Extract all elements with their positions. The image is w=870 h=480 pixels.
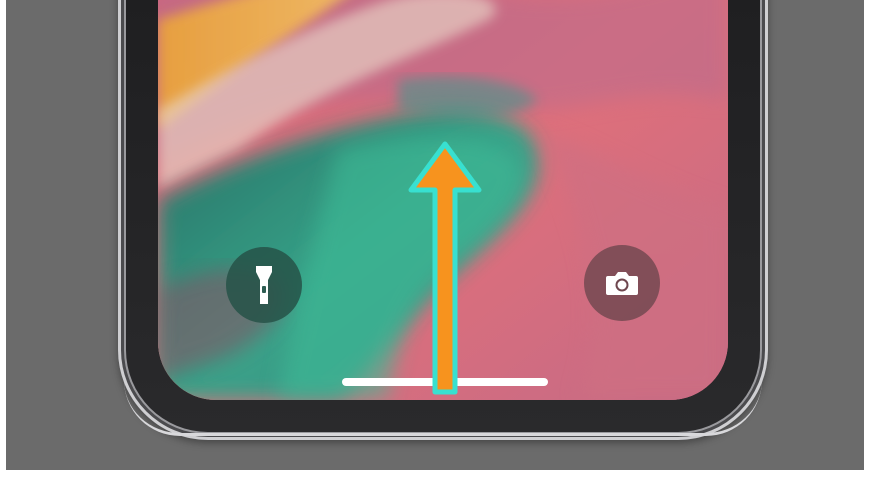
screenshot-stage: [0, 0, 870, 480]
flashlight-button[interactable]: [226, 247, 302, 323]
lock-screen-wallpaper: [158, 0, 728, 400]
lock-screen: [158, 0, 728, 400]
home-indicator[interactable]: [342, 378, 548, 386]
flashlight-icon: [256, 266, 272, 304]
camera-icon: [606, 272, 638, 295]
camera-button[interactable]: [584, 245, 660, 321]
